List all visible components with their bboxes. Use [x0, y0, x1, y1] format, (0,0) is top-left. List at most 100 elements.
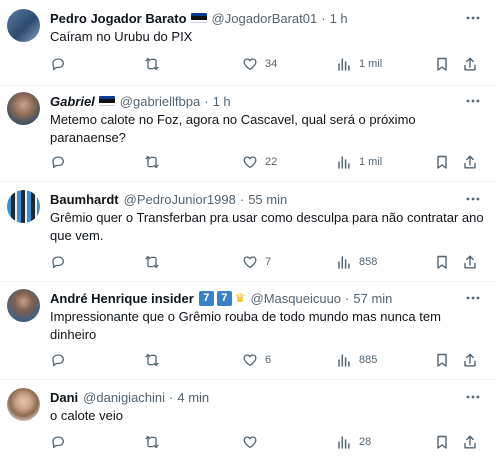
share-button[interactable]: [462, 351, 478, 369]
retweet-icon: [145, 353, 159, 367]
avatar[interactable]: [7, 388, 40, 421]
share-button[interactable]: [462, 55, 478, 73]
heart-icon: [243, 156, 257, 169]
reply-button[interactable]: [50, 253, 73, 271]
retweet-button[interactable]: [144, 55, 167, 73]
views-count: 28: [359, 436, 372, 448]
tweet-text: Grêmio quer o Transferban pra usar como …: [50, 210, 484, 243]
retweet-button[interactable]: [144, 433, 167, 451]
reply-button[interactable]: [50, 433, 73, 451]
avatar[interactable]: [7, 190, 40, 223]
avatar[interactable]: [7, 9, 40, 42]
action-bar: 34 1 mil: [50, 55, 486, 73]
separator-dot: ·: [321, 10, 326, 26]
reply-icon: [52, 58, 64, 71]
display-name[interactable]: Baumhardt: [50, 192, 119, 207]
tweet-3[interactable]: Baumhardt @PedroJunior1998 · 55 min Grêm…: [0, 182, 496, 282]
bookmark-button[interactable]: [434, 433, 450, 451]
heart-icon: [243, 58, 257, 71]
heart-icon: [243, 436, 257, 449]
views-icon: [338, 436, 350, 449]
share-icon: [464, 435, 476, 449]
reply-feed: Pedro Jogador Barato @JogadorBarat01 · 1…: [0, 0, 496, 457]
avatar[interactable]: [7, 92, 40, 125]
display-name[interactable]: Pedro Jogador Barato: [50, 11, 187, 26]
user-handle[interactable]: @Masqueicuuo: [251, 291, 342, 306]
bookmark-button[interactable]: [434, 253, 450, 271]
reply-button[interactable]: [50, 55, 73, 73]
retweet-button[interactable]: [144, 351, 167, 369]
views-button[interactable]: 28: [336, 433, 371, 451]
tweet-2[interactable]: Gabriel @gabriellfbpa · 1 h Metemo calot…: [0, 86, 496, 182]
tweet-5[interactable]: Dani @danigiachini · 4 min o calote veio: [0, 380, 496, 457]
crown-icon: ♛: [234, 291, 246, 305]
action-bar: 28: [50, 433, 486, 451]
tweet-4[interactable]: André Henrique insider 7 7 ♛ @Masqueicuu…: [0, 282, 496, 380]
tweet-header: Pedro Jogador Barato @JogadorBarat01 · 1…: [50, 9, 348, 27]
like-button[interactable]: [242, 433, 265, 451]
tweet-header: Gabriel @gabriellfbpa · 1 h: [50, 92, 231, 110]
more-icon[interactable]: [464, 9, 482, 27]
retweet-icon: [145, 435, 159, 449]
bookmark-icon: [437, 255, 447, 269]
retweet-icon: [145, 57, 159, 71]
display-name[interactable]: Dani: [50, 390, 78, 405]
reply-icon: [52, 436, 64, 449]
views-icon: [338, 156, 350, 169]
more-icon[interactable]: [464, 289, 482, 307]
reply-button[interactable]: [50, 153, 73, 171]
share-icon: [464, 353, 476, 367]
views-button[interactable]: 1 mil: [336, 153, 382, 171]
user-handle[interactable]: @PedroJunior1998: [124, 192, 236, 207]
display-name[interactable]: André Henrique insider: [50, 291, 194, 306]
reply-icon: [52, 256, 64, 269]
number-badge-icon: 7: [216, 290, 232, 306]
like-count: 22: [265, 156, 278, 168]
like-button[interactable]: 6: [242, 351, 271, 369]
share-button[interactable]: [462, 253, 478, 271]
separator-dot: ·: [239, 191, 245, 207]
like-button[interactable]: 22: [242, 153, 277, 171]
retweet-button[interactable]: [144, 153, 167, 171]
retweet-icon: [145, 155, 159, 169]
views-icon: [338, 58, 350, 71]
like-button[interactable]: 7: [242, 253, 271, 271]
more-icon[interactable]: [464, 190, 482, 208]
timestamp[interactable]: 57 min: [353, 291, 392, 306]
timestamp[interactable]: 1 h: [213, 94, 231, 109]
display-name[interactable]: Gabriel: [50, 94, 95, 109]
bookmark-icon: [437, 435, 447, 449]
action-bar: 22 1 mil: [50, 153, 486, 171]
share-button[interactable]: [462, 153, 478, 171]
user-handle[interactable]: @danigiachini: [83, 390, 165, 405]
number-badge-icon: 7: [198, 290, 214, 306]
timestamp[interactable]: 4 min: [177, 390, 209, 405]
share-icon: [464, 255, 476, 269]
user-handle[interactable]: @gabriellfbpa: [120, 94, 200, 109]
user-handle[interactable]: @JogadorBarat01: [212, 11, 318, 26]
more-icon[interactable]: [464, 388, 482, 406]
more-icon[interactable]: [464, 92, 482, 110]
bookmark-icon: [437, 57, 447, 71]
views-button[interactable]: 885: [336, 351, 377, 369]
timestamp[interactable]: 55 min: [248, 192, 287, 207]
bookmark-button[interactable]: [434, 351, 450, 369]
separator-dot: ·: [204, 93, 209, 109]
views-button[interactable]: 1 mil: [336, 55, 382, 73]
tweet-1[interactable]: Pedro Jogador Barato @JogadorBarat01 · 1…: [0, 0, 496, 86]
bookmark-button[interactable]: [434, 55, 450, 73]
bookmark-button[interactable]: [434, 153, 450, 171]
reply-button[interactable]: [50, 351, 73, 369]
retweet-button[interactable]: [144, 253, 167, 271]
tweet-header: André Henrique insider 7 7 ♛ @Masqueicuu…: [50, 289, 392, 307]
tweet-text: Metemo calote no Foz, agora no Cascavel,…: [50, 112, 416, 145]
like-count: 34: [265, 58, 278, 70]
views-button[interactable]: 858: [336, 253, 377, 271]
like-button[interactable]: 34: [242, 55, 277, 73]
tweet-header: Baumhardt @PedroJunior1998 · 55 min: [50, 190, 287, 208]
like-count: 6: [265, 354, 272, 366]
share-button[interactable]: [462, 433, 478, 451]
timestamp[interactable]: 1 h: [330, 11, 348, 26]
avatar[interactable]: [7, 289, 40, 322]
share-icon: [464, 155, 476, 169]
